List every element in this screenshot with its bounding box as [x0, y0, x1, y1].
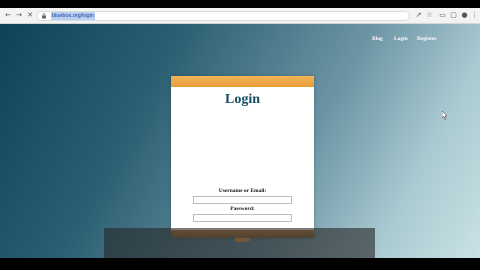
username-input[interactable]: [193, 196, 292, 204]
cursor-icon: [442, 111, 448, 120]
person-icon[interactable]: ●: [460, 10, 469, 20]
card-header-bar: [171, 76, 314, 87]
close-icon[interactable]: ✕: [25, 10, 35, 20]
address-bar[interactable]: bluebox.org/login: [36, 11, 410, 21]
kebab-menu-icon[interactable]: ⋮: [470, 10, 479, 20]
username-label: Username or Email:: [218, 188, 267, 194]
login-title: Login: [224, 92, 260, 107]
password-label: Password:: [230, 206, 255, 212]
window-icon[interactable]: ▢: [449, 10, 458, 20]
bottom-black-strip: [0, 258, 480, 270]
dark-overlay-panel: [104, 228, 375, 258]
back-icon[interactable]: ←: [3, 10, 13, 20]
login-card: Login Username or Email: Password:: [171, 76, 314, 242]
browser-toolbar: ← → ✕ bluebox.org/login ↗ ☆ ▭ ▢ ● ⋮: [0, 8, 480, 24]
url-text[interactable]: bluebox.org/login: [51, 12, 95, 20]
password-input[interactable]: [193, 214, 292, 222]
star-icon[interactable]: ☆: [425, 10, 434, 20]
page-background: Blog Login Register Login Username or Em…: [0, 24, 480, 258]
share-icon[interactable]: ↗: [414, 10, 423, 20]
puzzle-icon[interactable]: ▭: [438, 10, 447, 20]
nav-link-register[interactable]: Register: [417, 36, 437, 42]
top-black-strip: [0, 0, 480, 8]
nav-link-blog[interactable]: Blog: [372, 36, 383, 42]
forward-icon[interactable]: →: [14, 10, 24, 20]
lock-icon: [42, 13, 46, 19]
nav-link-login[interactable]: Login: [394, 36, 408, 42]
